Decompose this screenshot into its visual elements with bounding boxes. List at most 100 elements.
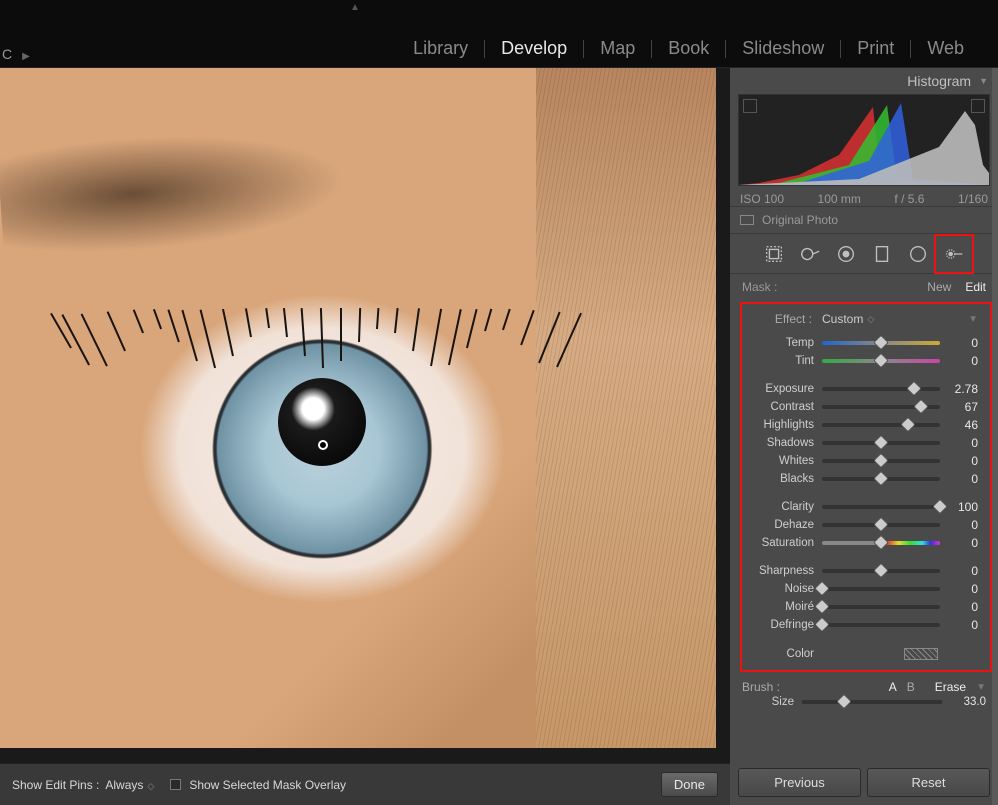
slider-value[interactable]: 67 [940, 400, 978, 414]
mask-overlay-checkbox[interactable] [170, 779, 181, 790]
done-button[interactable]: Done [661, 772, 718, 797]
slider-highlights[interactable]: Highlights 46 [742, 416, 986, 434]
slider-track[interactable] [822, 423, 940, 427]
slider-label: Noise [742, 583, 822, 595]
radial-filter-tool[interactable] [906, 242, 930, 266]
brush-picker-row: Brush : A B Erase ▼ [730, 674, 998, 696]
color-label: Color [742, 648, 822, 660]
slider-track[interactable] [822, 341, 940, 345]
slider-defringe[interactable]: Defringe0 [742, 616, 986, 634]
slider-track[interactable] [822, 477, 940, 481]
mask-overlay-label: Show Selected Mask Overlay [189, 778, 346, 792]
module-slideshow[interactable]: Slideshow [726, 38, 840, 59]
brush-pin-marker[interactable] [318, 440, 328, 450]
module-web[interactable]: Web [911, 38, 980, 59]
highlight-clip-icon[interactable] [971, 99, 985, 113]
exif-iso: ISO 100 [740, 192, 784, 206]
slider-whites[interactable]: Whites0 [742, 452, 986, 470]
panel-scrollbar[interactable] [992, 68, 998, 805]
slider-track[interactable] [822, 587, 940, 591]
slider-track[interactable] [822, 569, 940, 573]
slider-label: Sharpness [742, 565, 822, 577]
slider-value[interactable]: 0 [940, 436, 978, 450]
slider-track[interactable] [822, 623, 940, 627]
slider-value[interactable]: 0 [940, 600, 978, 614]
module-book[interactable]: Book [652, 38, 725, 59]
edit-pins-select[interactable]: Always◇ [105, 778, 152, 792]
preview-image[interactable] [0, 68, 716, 748]
previous-button[interactable]: Previous [738, 768, 861, 797]
module-print[interactable]: Print [841, 38, 910, 59]
slider-value[interactable]: 0 [940, 354, 978, 368]
slider-track[interactable] [822, 441, 940, 445]
slider-noise[interactable]: Noise 0 [742, 580, 986, 598]
collection-indicator: C▶ [2, 46, 30, 62]
slider-value[interactable]: 2.78 [940, 382, 978, 396]
brush-size-row[interactable]: Size 33.0 [730, 696, 998, 714]
slider-value[interactable]: 0 [940, 472, 978, 486]
slider-value[interactable]: 0 [940, 582, 978, 596]
slider-value[interactable]: 0 [940, 336, 978, 350]
effect-preset-row[interactable]: Effect : Custom ◇ ▼ [742, 310, 986, 334]
slider-saturation[interactable]: Saturation0 [742, 534, 986, 552]
red-eye-tool[interactable] [834, 242, 858, 266]
slider-label: Highlights [742, 419, 822, 431]
slider-temp[interactable]: Temp0 [742, 334, 986, 352]
exif-readout: ISO 100 100 mm f / 5.6 1/160 [738, 186, 990, 206]
mask-new-button[interactable]: New [927, 280, 951, 294]
brush-size-slider[interactable] [802, 700, 942, 704]
slider-dehaze[interactable]: Dehaze0 [742, 516, 986, 534]
slider-moiré[interactable]: Moiré0 [742, 598, 986, 616]
slider-track[interactable] [822, 541, 940, 545]
module-map[interactable]: Map [584, 38, 651, 59]
slider-value[interactable]: 0 [940, 564, 978, 578]
color-swatch[interactable] [904, 648, 938, 660]
brush-b-button[interactable]: B [907, 680, 915, 694]
crop-tool[interactable] [762, 242, 786, 266]
histogram-header[interactable]: Histogram▼ [730, 68, 998, 94]
slider-track[interactable] [822, 523, 940, 527]
slider-track[interactable] [822, 387, 940, 391]
slider-clarity[interactable]: Clarity100 [742, 498, 986, 516]
slider-value[interactable]: 0 [940, 618, 978, 632]
graduated-filter-tool[interactable] [870, 242, 894, 266]
mask-label: Mask : [742, 280, 927, 294]
spot-removal-tool[interactable] [798, 242, 822, 266]
brush-a-button[interactable]: A [889, 680, 897, 694]
slider-value[interactable]: 46 [940, 418, 978, 432]
slider-blacks[interactable]: Blacks0 [742, 470, 986, 488]
effect-label: Effect : [750, 312, 812, 326]
slider-track[interactable] [822, 405, 940, 409]
slider-track[interactable] [822, 359, 940, 363]
reset-button[interactable]: Reset [867, 768, 990, 797]
brush-size-value[interactable]: 33.0 [942, 696, 986, 708]
slider-track[interactable] [822, 459, 940, 463]
adjustment-brush-tool[interactable] [942, 242, 966, 266]
brush-effect-panel: Effect : Custom ◇ ▼ Temp0Tint0 Exposure2… [740, 302, 992, 672]
color-swatch-row[interactable]: Color [742, 644, 986, 660]
chevron-right-icon: ▶ [22, 51, 30, 62]
original-photo-toggle[interactable]: Original Photo [730, 206, 998, 234]
effect-preset-value[interactable]: Custom [822, 312, 863, 326]
canvas-area[interactable]: Show Edit Pins : Always◇ Show Selected M… [0, 68, 730, 805]
slider-tint[interactable]: Tint0 [742, 352, 986, 370]
histogram[interactable] [738, 94, 990, 186]
canvas-toolbar: Show Edit Pins : Always◇ Show Selected M… [0, 763, 730, 805]
mask-edit-button[interactable]: Edit [965, 280, 986, 294]
brush-erase-button[interactable]: Erase [935, 680, 966, 694]
slider-sharpness[interactable]: Sharpness 0 [742, 562, 986, 580]
slider-value[interactable]: 0 [940, 536, 978, 550]
collapse-top-icon[interactable]: ▲ [350, 2, 360, 13]
slider-exposure[interactable]: Exposure2.78 [742, 380, 986, 398]
slider-track[interactable] [822, 505, 940, 509]
disclosure-icon[interactable]: ▼ [976, 682, 986, 693]
shadow-clip-icon[interactable] [743, 99, 757, 113]
slider-contrast[interactable]: Contrast67 [742, 398, 986, 416]
slider-value[interactable]: 0 [940, 454, 978, 468]
slider-value[interactable]: 0 [940, 518, 978, 532]
module-develop[interactable]: Develop [485, 38, 583, 59]
slider-track[interactable] [822, 605, 940, 609]
disclosure-icon[interactable]: ▼ [968, 314, 978, 325]
module-library[interactable]: Library [397, 38, 484, 59]
slider-shadows[interactable]: Shadows0 [742, 434, 986, 452]
